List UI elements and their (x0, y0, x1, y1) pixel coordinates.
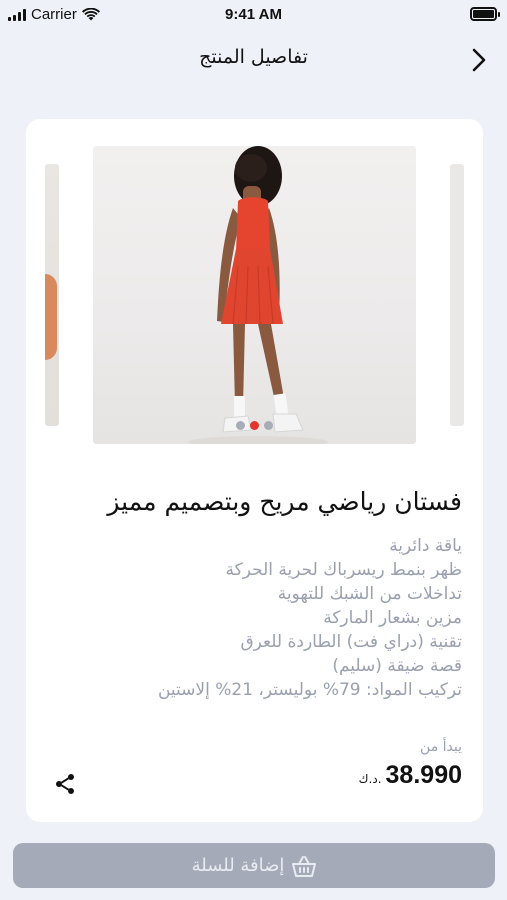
feature-item: قصة ضيقة (سليم) (332, 656, 462, 676)
battery-icon (470, 7, 500, 21)
image-carousel[interactable] (26, 144, 483, 446)
product-card: فستان رياضي مريح وبتصميم مميز ياقة دائري… (26, 119, 483, 822)
add-to-cart-button[interactable]: إضافة للسلة (13, 843, 495, 888)
pagination-dot[interactable] (236, 421, 245, 430)
pagination-dot-active[interactable] (250, 421, 259, 430)
price-label: يبدأ من (420, 739, 462, 755)
nav-bar: تفاصيل المنتج (0, 36, 507, 84)
status-time: 9:41 AM (225, 6, 282, 23)
page-title: تفاصيل المنتج (199, 46, 308, 68)
share-icon (56, 774, 74, 794)
carousel-pagination (93, 421, 416, 430)
product-image[interactable] (93, 146, 416, 444)
pagination-dot[interactable] (264, 421, 273, 430)
back-button[interactable] (465, 46, 493, 74)
feature-item: مزين بشعار الماركة (323, 608, 462, 628)
model-figure (188, 146, 328, 444)
feature-item: ظهر بنمط ريسرباك لحرية الحركة (225, 560, 462, 580)
price: د.ك. 38.990 (359, 761, 462, 790)
feature-item: تركيب المواد: 79% بوليستر، 21% إلاستين (157, 680, 462, 700)
feature-item: ياقة دائرية (389, 536, 462, 556)
feature-list: ياقة دائرية ظهر بنمط ريسرباك لحرية الحرك… (42, 534, 462, 702)
previous-slide[interactable] (45, 164, 59, 426)
price-currency: د.ك. (358, 772, 382, 786)
next-slide[interactable] (450, 164, 464, 426)
status-bar: Carrier 9:41 AM (0, 0, 507, 30)
chevron-right-icon (472, 48, 486, 72)
price-value: 38.990 (385, 761, 462, 789)
add-to-cart-label: إضافة للسلة (191, 855, 285, 876)
share-button[interactable] (50, 769, 80, 799)
feature-item: تداخلات من الشبك للتهوية (277, 584, 462, 604)
basket-icon (292, 855, 317, 877)
feature-item: تقنية (دراي فت) الطاردة للعرق (240, 632, 462, 652)
product-title: فستان رياضي مريح وبتصميم مميز (107, 487, 462, 516)
